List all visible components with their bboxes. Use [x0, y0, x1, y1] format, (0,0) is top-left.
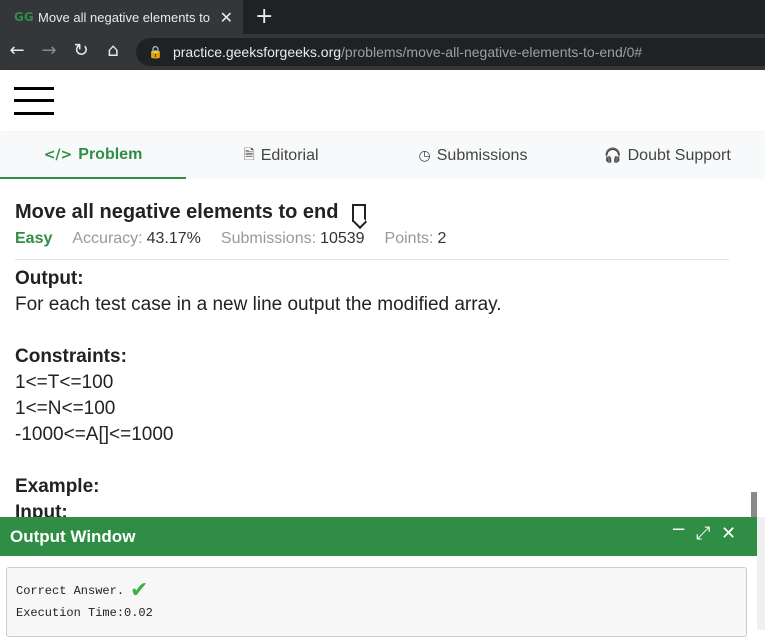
example-heading: Example: — [15, 476, 100, 497]
tab-label: Editorial — [260, 146, 319, 164]
right-edge-panel — [757, 517, 765, 630]
browser-tab[interactable]: GG Move all negative elements to en ✕ — [0, 0, 243, 34]
result-text: Correct Answer. — [16, 584, 125, 598]
url-path: /problems/move-all-negative-elements-to-… — [341, 44, 643, 60]
address-bar[interactable]: 🔒 practice.geeksforgeeks.org/problems/mo… — [136, 38, 765, 66]
tab-label: Problem — [78, 145, 143, 163]
new-tab-icon[interactable]: + — [255, 4, 273, 29]
tab-label: Doubt Support — [627, 146, 731, 164]
problem-statement: Output: For each test case in a new line… — [15, 266, 502, 526]
difficulty-badge: Easy — [15, 230, 53, 247]
hamburger-menu-icon[interactable] — [14, 87, 54, 115]
minimize-icon[interactable]: − — [671, 519, 686, 540]
back-arrow-icon[interactable]: ← — [6, 40, 28, 61]
code-icon: </> — [43, 146, 73, 163]
lock-icon: 🔒 — [148, 45, 163, 59]
tab-label: Submissions — [436, 146, 528, 164]
output-description: For each test case in a new line output … — [15, 294, 502, 315]
constraint-line: 1<=T<=100 — [15, 372, 114, 393]
constraint-line: -1000<=A[]<=1000 — [15, 424, 174, 445]
tab-submissions[interactable]: ◷ Submissions — [376, 132, 570, 179]
title-row: Move all negative elements to end — [15, 201, 367, 224]
execution-time: Execution Time:0.02 — [16, 606, 153, 620]
close-icon[interactable]: ✕ — [721, 523, 736, 544]
submissions-label: Submissions: — [220, 230, 317, 247]
reload-icon[interactable]: ↻ — [70, 40, 92, 61]
browser-tab-title: Move all negative elements to en — [38, 9, 210, 25]
problem-content: Move all negative elements to end Easy A… — [0, 179, 765, 523]
output-window-title: Output Window — [10, 527, 136, 546]
points-label: Points: — [384, 230, 434, 247]
clock-icon: ◷ — [418, 147, 431, 164]
divider — [15, 259, 729, 260]
problem-tabs: </> Problem 🗎 Editorial ◷ Submissions 🎧 … — [0, 132, 765, 179]
output-heading: Output: — [15, 268, 84, 289]
accuracy-value: 43.17% — [146, 230, 201, 247]
submissions-value: 10539 — [320, 230, 365, 247]
gfg-favicon-icon: GG — [14, 10, 34, 24]
close-tab-icon[interactable]: ✕ — [220, 8, 233, 27]
constraint-line: 1<=N<=100 — [15, 398, 116, 419]
tab-doubt-support[interactable]: 🎧 Doubt Support — [570, 132, 765, 179]
tab-editorial[interactable]: 🗎 Editorial — [186, 132, 376, 179]
points-value: 2 — [437, 230, 447, 247]
expand-icon[interactable]: ⤢ — [696, 523, 710, 544]
url-host: practice.geeksforgeeks.org — [172, 44, 342, 60]
checkmark-icon: ✔ — [130, 578, 149, 603]
tab-problem[interactable]: </> Problem — [0, 132, 186, 179]
document-icon: 🗎 — [243, 146, 255, 163]
output-window-body: Correct Answer. ✔ Execution Time:0.02 — [0, 556, 757, 637]
constraints-heading: Constraints: — [15, 346, 127, 367]
accuracy-label: Accuracy: — [72, 230, 143, 247]
output-console: Correct Answer. ✔ Execution Time:0.02 — [6, 567, 747, 637]
problem-title: Move all negative elements to end — [15, 201, 339, 223]
problem-meta: Easy Accuracy: 43.17% Submissions: 10539… — [15, 230, 466, 248]
bookmark-icon[interactable] — [352, 203, 367, 222]
browser-tab-bar: GG Move all negative elements to en ✕ + — [0, 0, 765, 34]
home-icon[interactable]: ⌂ — [102, 40, 124, 61]
forward-arrow-icon[interactable]: → — [38, 40, 60, 61]
browser-toolbar: ← → ↻ ⌂ 🔒 practice.geeksforgeeks.org/pro… — [0, 34, 765, 70]
output-window-header: Output Window − ⤢ ✕ — [0, 517, 757, 556]
site-header — [0, 70, 765, 131]
headset-icon: 🎧 — [604, 147, 622, 164]
